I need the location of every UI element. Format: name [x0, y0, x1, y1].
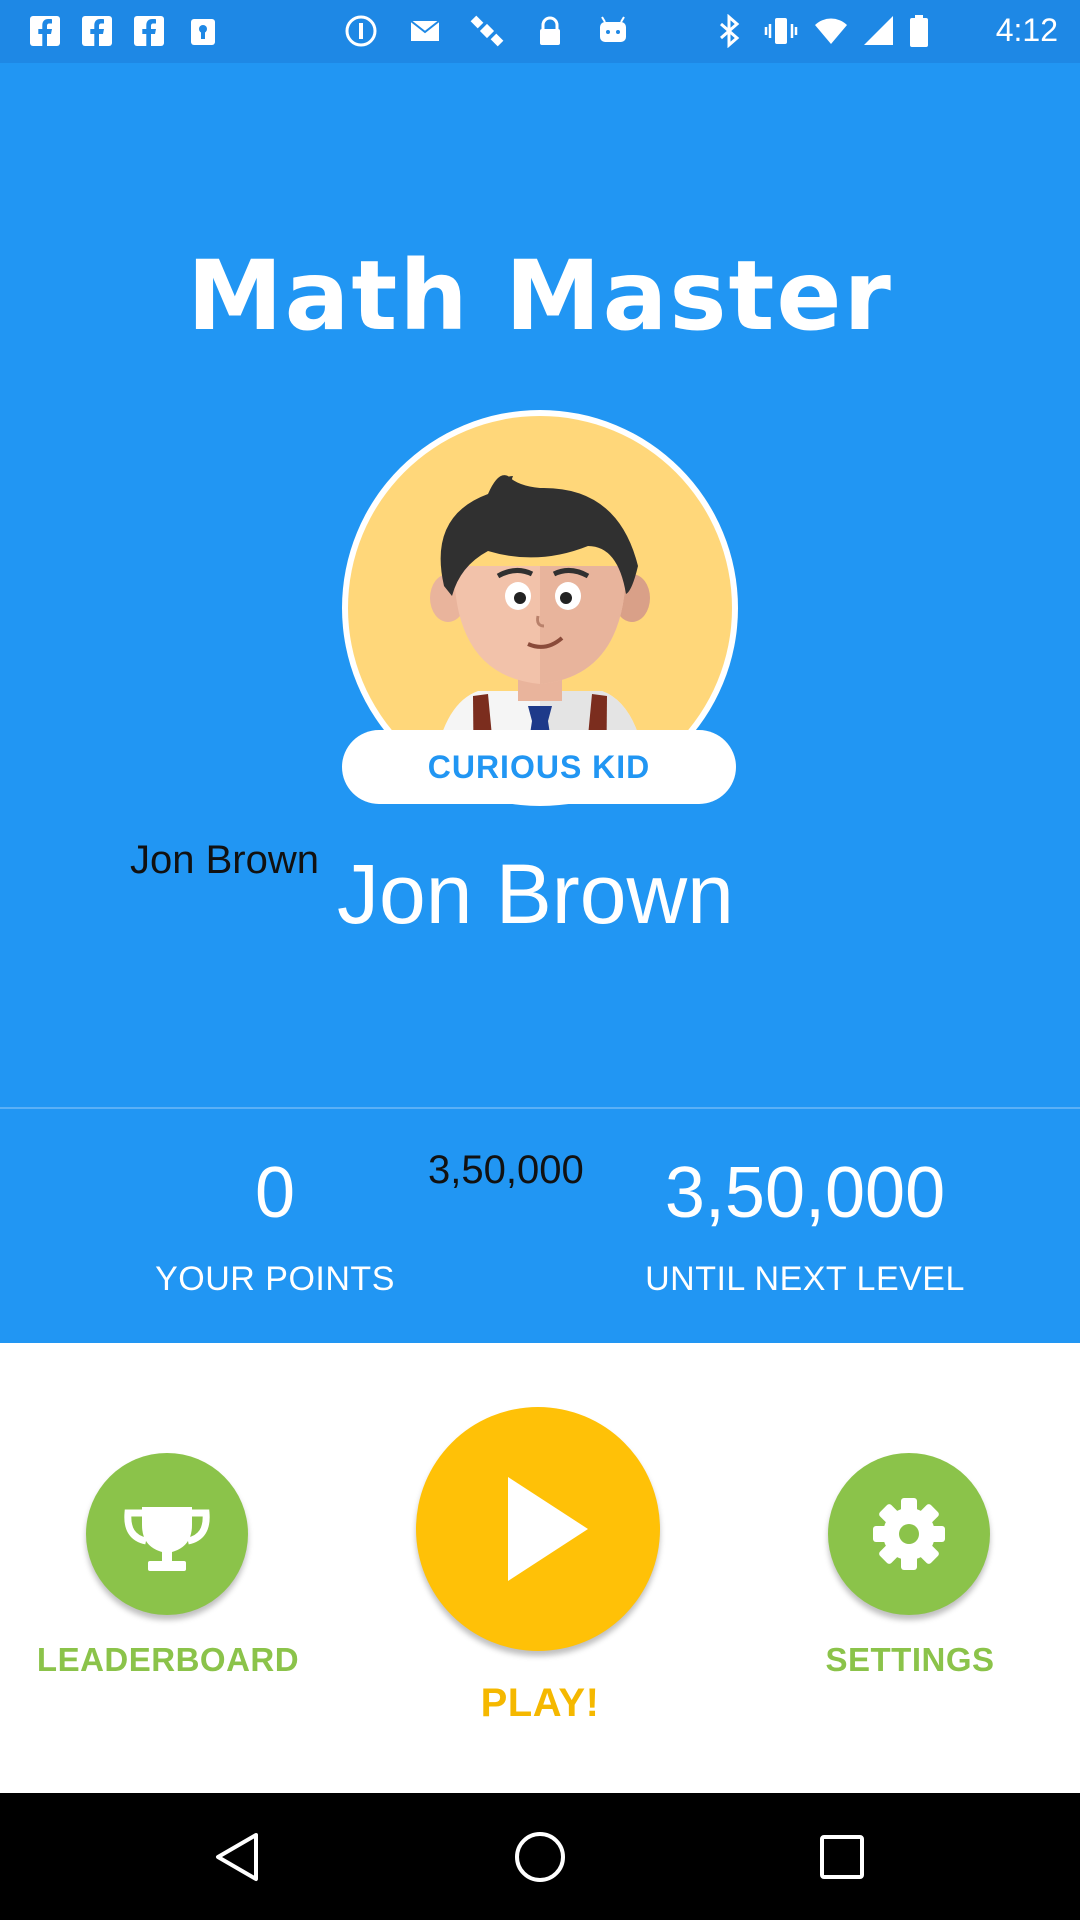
- info-icon: [345, 15, 377, 47]
- lock-icon: [540, 16, 560, 45]
- play-button[interactable]: [416, 1407, 660, 1651]
- mail-icon: [410, 20, 440, 41]
- facebook-icon: [30, 16, 60, 46]
- next-level-value: 3,50,000: [664, 1153, 946, 1233]
- clock: 4:12: [995, 12, 1058, 48]
- next-level-small: 3,50,000: [428, 1148, 584, 1192]
- navigation-bar: [0, 1793, 1080, 1920]
- app-title: Math Master: [187, 240, 893, 352]
- play-icon: [508, 1477, 588, 1581]
- leaderboard-button[interactable]: [86, 1453, 248, 1615]
- action-panel: LEADERBOARD PLAY! SETTINGS: [0, 1343, 1080, 1793]
- next-level-label: UNTIL NEXT LEVEL: [645, 1260, 965, 1298]
- battery-icon: [910, 15, 928, 47]
- points-value: 0: [254, 1153, 296, 1233]
- status-bar: 4:12: [0, 0, 1080, 63]
- play-label[interactable]: PLAY!: [420, 1681, 660, 1726]
- rank-badge: CURIOUS KID: [342, 730, 736, 804]
- settings-label[interactable]: SETTINGS: [790, 1641, 1030, 1679]
- player-name-small: Jon Brown: [130, 838, 319, 882]
- back-icon[interactable]: [212, 1831, 262, 1883]
- lock-icon: [191, 19, 215, 45]
- divider: [0, 1107, 1080, 1109]
- recents-icon[interactable]: [818, 1833, 866, 1881]
- android-icon: [600, 16, 626, 42]
- signal-icon: [864, 16, 893, 45]
- facebook-icon: [134, 16, 164, 46]
- leaderboard-label[interactable]: LEADERBOARD: [20, 1641, 316, 1679]
- trophy-icon: [124, 1507, 210, 1571]
- facebook-icon: [82, 16, 112, 46]
- gear-icon: [873, 1498, 945, 1570]
- satellite-icon: [470, 15, 504, 47]
- wifi-icon: [815, 18, 847, 44]
- home-icon[interactable]: [514, 1831, 566, 1883]
- player-name: Jon Brown: [337, 847, 734, 941]
- points-label: YOUR POINTS: [155, 1260, 395, 1298]
- bluetooth-icon: [720, 14, 740, 48]
- vibrate-icon: [764, 18, 798, 44]
- settings-button[interactable]: [828, 1453, 990, 1615]
